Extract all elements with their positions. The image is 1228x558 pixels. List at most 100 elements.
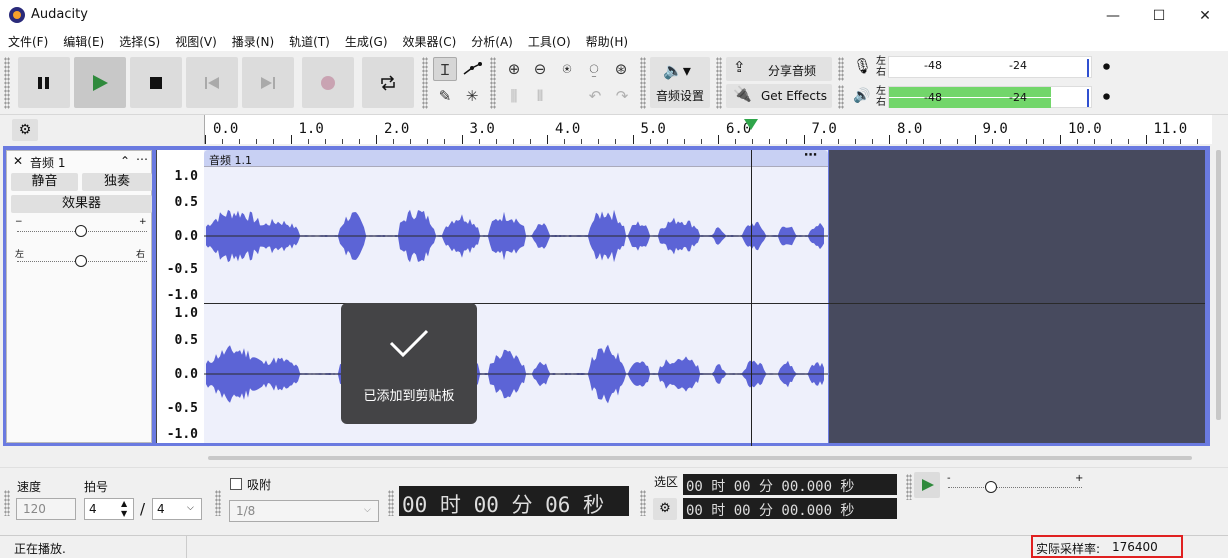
toolbar-grip-icon[interactable] bbox=[490, 57, 496, 109]
effects-button[interactable]: 效果器 bbox=[11, 195, 152, 213]
record-button[interactable] bbox=[302, 57, 354, 108]
collapse-track-icon[interactable]: ⌃ bbox=[120, 154, 130, 168]
play-head-marker-icon[interactable] bbox=[744, 119, 758, 130]
gain-slider-thumb[interactable] bbox=[75, 225, 87, 237]
selection-start[interactable]: 00 时 00 分 00.000 秒 bbox=[683, 474, 897, 495]
microphone-icon[interactable]: 🎙 bbox=[853, 57, 872, 75]
record-volume-knob-icon[interactable]: ⏺ bbox=[1103, 59, 1110, 75]
toolbar-grip-icon[interactable] bbox=[716, 57, 722, 109]
audio-setup-button[interactable]: 🔈▾ 音频设置 bbox=[650, 57, 710, 108]
loop-button[interactable] bbox=[362, 57, 414, 108]
spinner-up-icon[interactable]: ▲ bbox=[121, 499, 127, 508]
fit-selection-icon[interactable]: ⍟ bbox=[555, 57, 579, 81]
playback-speed-slider[interactable] bbox=[948, 487, 1082, 488]
multi-tool-icon[interactable]: ✳ bbox=[460, 84, 484, 108]
empty-track-area[interactable] bbox=[829, 150, 1205, 443]
menu-view[interactable]: 视图(V) bbox=[167, 31, 224, 51]
toolbar-grip-icon[interactable] bbox=[388, 490, 394, 516]
stop-button[interactable] bbox=[130, 57, 182, 108]
time-signature-numerator[interactable]: 4 ▲ ▼ bbox=[84, 498, 134, 520]
spinner-down-icon[interactable]: ▼ bbox=[121, 509, 127, 518]
ruler-minor-tick bbox=[273, 139, 275, 144]
playback-speed-thumb[interactable] bbox=[985, 481, 997, 493]
tempo-input[interactable]: 120 bbox=[16, 498, 76, 520]
ruler-minor-tick bbox=[239, 139, 241, 144]
menu-transport[interactable]: 播录(N) bbox=[224, 31, 281, 51]
tempo-value: 120 bbox=[23, 502, 46, 516]
close-track-icon[interactable]: ✕ bbox=[13, 154, 23, 168]
chevron-down-icon: ⌵ bbox=[364, 505, 371, 515]
selection-tool-icon[interactable]: Ｉ bbox=[433, 57, 457, 81]
toolbar-grip-icon[interactable] bbox=[215, 490, 221, 516]
menu-tools[interactable]: 工具(O) bbox=[520, 31, 578, 51]
silence-selection-icon[interactable]: ⫴ bbox=[528, 84, 552, 108]
pause-button[interactable] bbox=[18, 57, 70, 108]
ruler-major-tick bbox=[1145, 135, 1147, 144]
get-effects-button[interactable]: 🔌 Get Effects bbox=[726, 84, 832, 108]
maximize-button[interactable]: ☐ bbox=[1136, 0, 1182, 31]
menu-edit[interactable]: 编辑(E) bbox=[55, 31, 111, 51]
close-button[interactable]: ✕ bbox=[1182, 0, 1228, 31]
timeline-ruler[interactable]: 0.0 1.0 2.0 3.0 4.0 5.0 6.0 7.0 8.0 9.0 10.0 11.0 bbox=[204, 115, 1212, 144]
ruler-minor-tick bbox=[478, 139, 480, 144]
record-meter[interactable]: -48 -24 bbox=[888, 56, 1092, 78]
play-at-speed-button[interactable] bbox=[914, 472, 940, 498]
playback-meter[interactable]: -48 -24 bbox=[888, 86, 1092, 108]
skip-start-button[interactable] bbox=[186, 57, 238, 108]
redo-icon[interactable]: ↷ bbox=[610, 84, 634, 108]
toolbar-grip-icon[interactable] bbox=[640, 57, 646, 109]
time-display[interactable]: 00 时 00 分 06 秒 bbox=[399, 486, 629, 517]
ruler-tick-label: 4.0 bbox=[555, 121, 581, 137]
toolbar-grip-icon[interactable] bbox=[838, 85, 844, 109]
zoom-toggle-icon[interactable]: ⊛ bbox=[609, 57, 633, 81]
timeline-settings-gear-icon[interactable]: ⚙ bbox=[12, 119, 38, 141]
pan-slider-thumb[interactable] bbox=[75, 255, 87, 267]
selection-end[interactable]: 00 时 00 分 00.000 秒 bbox=[683, 498, 897, 519]
toolbar-grip-icon[interactable] bbox=[838, 57, 844, 81]
playback-meter-peak bbox=[1087, 89, 1089, 107]
playback-volume-knob-icon[interactable]: ⏺ bbox=[1103, 89, 1110, 105]
menu-select[interactable]: 选择(S) bbox=[111, 31, 167, 51]
menu-generate[interactable]: 生成(G) bbox=[337, 31, 395, 51]
title-bar: Audacity — ☐ ✕ bbox=[0, 0, 1228, 31]
envelope-tool-icon[interactable] bbox=[460, 57, 484, 81]
audio-clip[interactable] bbox=[204, 150, 828, 443]
toolbar-grip-icon[interactable] bbox=[4, 490, 10, 516]
menu-effect[interactable]: 效果器(C) bbox=[395, 31, 464, 51]
clip-menu-icon[interactable]: ⋯ bbox=[804, 148, 817, 163]
menu-analyze[interactable]: 分析(A) bbox=[463, 31, 520, 51]
vertical-scrollbar[interactable] bbox=[1216, 150, 1221, 420]
menu-help[interactable]: 帮助(H) bbox=[578, 31, 635, 51]
track-name[interactable]: 音频 1 bbox=[30, 154, 65, 171]
mute-button[interactable]: 静音 bbox=[11, 173, 78, 191]
play-button[interactable] bbox=[74, 57, 126, 108]
draw-tool-icon[interactable]: ✎ bbox=[433, 84, 457, 108]
share-audio-button[interactable]: ⇪ 分享音频 bbox=[726, 57, 832, 81]
zoom-in-icon[interactable]: ⊕ bbox=[502, 57, 526, 81]
clip-header[interactable]: 音频 1.1 ⋯ bbox=[204, 148, 828, 168]
trim-outside-icon[interactable]: ⫼ bbox=[502, 84, 526, 108]
fit-project-icon[interactable]: ⍜ bbox=[582, 57, 606, 81]
undo-icon[interactable]: ↶ bbox=[583, 84, 607, 108]
solo-button[interactable]: 独奏 bbox=[82, 173, 152, 191]
ruler-tick-label: 1.0 bbox=[298, 121, 324, 137]
toolbar-grip-icon[interactable] bbox=[4, 57, 10, 109]
menu-tracks[interactable]: 轨道(T) bbox=[281, 31, 337, 51]
time-signature-denominator[interactable]: 4 ⌵ bbox=[152, 498, 202, 520]
horizontal-scrollbar[interactable] bbox=[208, 456, 1192, 460]
snap-checkbox[interactable] bbox=[230, 478, 242, 490]
toolbar-grip-icon[interactable] bbox=[640, 490, 646, 516]
selection-settings-gear-icon[interactable]: ⚙ bbox=[653, 498, 677, 520]
clip-name[interactable]: 音频 1.1 bbox=[209, 152, 252, 168]
toolbar-grip-icon[interactable] bbox=[422, 57, 428, 109]
zoom-out-icon[interactable]: ⊖ bbox=[528, 57, 552, 81]
minimize-button[interactable]: — bbox=[1090, 0, 1136, 31]
snap-select[interactable]: 1/8 ⌵ bbox=[229, 500, 379, 522]
track-control-panel[interactable]: ✕ 音频 1 ⌃ ⋯ 静音 独奏 效果器 − + 左 右 bbox=[6, 150, 152, 443]
toolbar-grip-icon[interactable] bbox=[906, 474, 912, 500]
menu-file[interactable]: 文件(F) bbox=[0, 31, 55, 51]
speaker-icon[interactable]: 🔊 bbox=[853, 88, 870, 104]
ruler-major-tick bbox=[718, 135, 719, 144]
skip-end-button[interactable] bbox=[242, 57, 294, 108]
track-menu-icon[interactable]: ⋯ bbox=[136, 152, 148, 166]
